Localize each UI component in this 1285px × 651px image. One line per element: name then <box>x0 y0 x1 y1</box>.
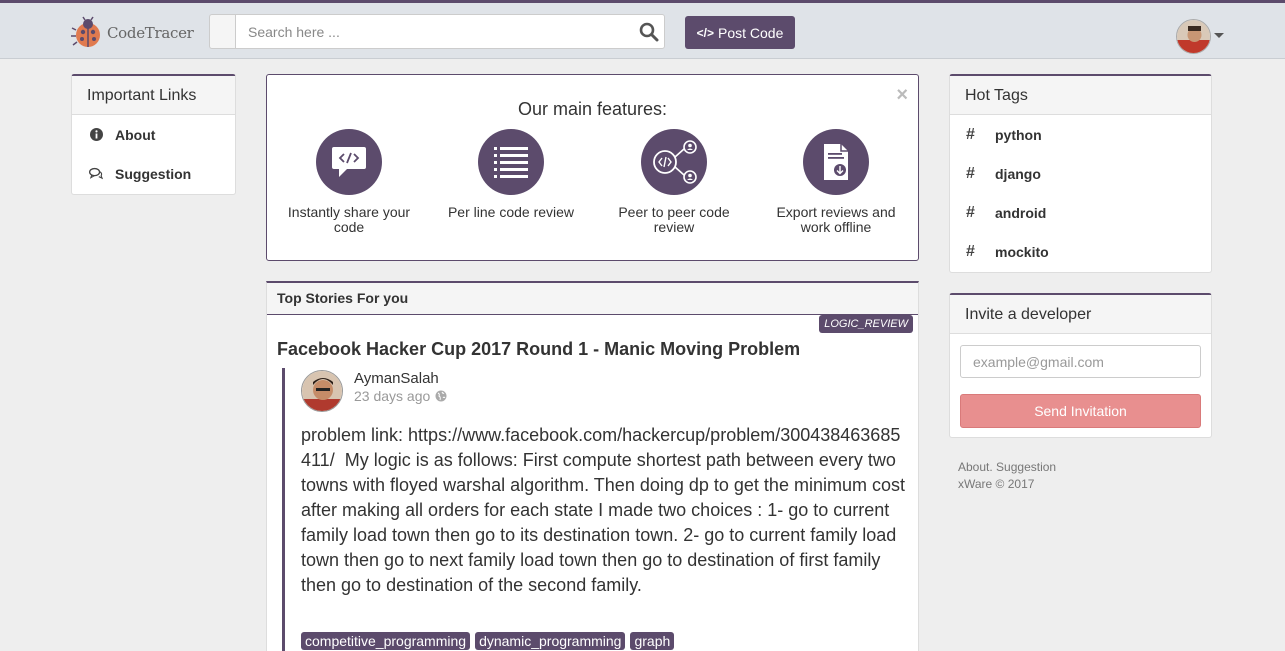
feature-share-code-label: Instantly share your code <box>287 204 411 235</box>
invite-panel: Invite a developer Send Invitation <box>949 293 1212 438</box>
post-time-label: 23 days ago <box>354 388 431 404</box>
hot-tag-label: python <box>995 126 1042 143</box>
hashtag-icon: # <box>966 242 975 260</box>
feature-peer-review-label: Peer to peer code review <box>618 204 730 235</box>
share-code-icon <box>316 129 382 195</box>
features-panel: Our main features: × Instantly share you… <box>266 74 919 261</box>
story-tags: competitive_programming dynamic_programm… <box>301 632 675 650</box>
author-avatar-image <box>302 371 342 411</box>
feature-export: Export reviews and work offline <box>761 129 911 235</box>
story-body: AymanSalah 23 days ago problem link: htt… <box>282 368 907 651</box>
close-icon[interactable]: × <box>896 85 908 105</box>
feature-line-review-label: Per line code review <box>447 204 575 220</box>
hot-tag-label: django <box>995 165 1041 182</box>
invite-email-field[interactable] <box>960 345 1201 378</box>
info-icon <box>89 128 103 141</box>
important-links-title: Important Links <box>72 76 235 115</box>
top-stories-panel: Top Stories For you LOGIC_REVIEW Faceboo… <box>266 281 919 651</box>
search-icon[interactable] <box>639 22 659 42</box>
post-time: 23 days ago <box>354 388 447 404</box>
story-title[interactable]: Facebook Hacker Cup 2017 Round 1 - Manic… <box>277 339 800 360</box>
peer-review-icon <box>641 129 707 195</box>
hot-tag-mockito[interactable]: # mockito <box>950 232 1211 271</box>
link-suggestion-label: Suggestion <box>115 165 192 182</box>
post-code-label: Post Code <box>717 24 784 41</box>
hot-tags-panel: Hot Tags # python # django # android # m… <box>949 74 1212 273</box>
important-links-panel: Important Links About Suggestion <box>71 74 236 195</box>
top-stories-title: Top Stories For you <box>267 283 918 315</box>
tag-competitive-programming[interactable]: competitive_programming <box>301 632 471 650</box>
chevron-down-icon[interactable] <box>1214 33 1224 38</box>
review-type-badge[interactable]: LOGIC_REVIEW <box>819 315 913 333</box>
hot-tag-label: android <box>995 204 1047 221</box>
hashtag-icon: # <box>966 125 975 143</box>
search-input[interactable] <box>235 14 665 49</box>
comments-icon <box>89 167 103 180</box>
link-suggestion[interactable]: Suggestion <box>72 154 235 193</box>
search-addon <box>209 14 235 49</box>
feature-peer-review: Peer to peer code review <box>599 129 749 235</box>
tag-graph[interactable]: graph <box>630 632 675 650</box>
link-about-label: About <box>115 126 156 143</box>
invite-title: Invite a developer <box>950 295 1211 334</box>
footer-suggestion-link[interactable]: Suggestion <box>996 459 1056 476</box>
hot-tag-label: mockito <box>995 243 1049 260</box>
hashtag-icon: # <box>966 203 975 221</box>
hot-tags-title: Hot Tags <box>950 76 1211 115</box>
feature-share-code: Instantly share your code <box>274 129 424 235</box>
post-code-button[interactable]: </> Post Code <box>685 16 795 49</box>
story-text: problem link: https://www.facebook.com/h… <box>301 423 907 598</box>
author-avatar[interactable] <box>301 370 343 412</box>
code-icon: </> <box>696 25 714 40</box>
top-navbar: CodeTracer </> Post Code <box>0 0 1285 59</box>
feature-line-review: Per line code review <box>436 129 586 220</box>
features-title: Our main features: <box>517 99 668 119</box>
footer-copyright: xWare © 2017 <box>958 477 1035 491</box>
ladybug-logo-icon <box>71 16 100 47</box>
list-lines-icon <box>478 129 544 195</box>
tag-dynamic-programming[interactable]: dynamic_programming <box>475 632 626 650</box>
globe-icon <box>435 390 447 402</box>
hot-tag-android[interactable]: # android <box>950 193 1211 232</box>
story-description: My logic is as follows: First compute sh… <box>301 450 905 595</box>
footer: About. Suggestion xWare © 2017 <box>958 459 1056 493</box>
user-avatar-image <box>1177 20 1210 53</box>
search-bar <box>209 14 665 49</box>
logo-text: CodeTracer <box>107 24 194 42</box>
user-avatar[interactable] <box>1176 19 1211 54</box>
hot-tag-django[interactable]: # django <box>950 154 1211 193</box>
hashtag-icon: # <box>966 164 975 182</box>
export-file-icon <box>803 129 869 195</box>
author-name[interactable]: AymanSalah <box>354 370 439 387</box>
feature-export-label: Export reviews and work offline <box>776 204 896 235</box>
send-invitation-button[interactable]: Send Invitation <box>960 394 1201 428</box>
logo[interactable]: CodeTracer <box>70 16 194 49</box>
link-about[interactable]: About <box>72 115 235 154</box>
hot-tag-python[interactable]: # python <box>950 115 1211 154</box>
footer-about-link[interactable]: About. <box>958 459 993 476</box>
